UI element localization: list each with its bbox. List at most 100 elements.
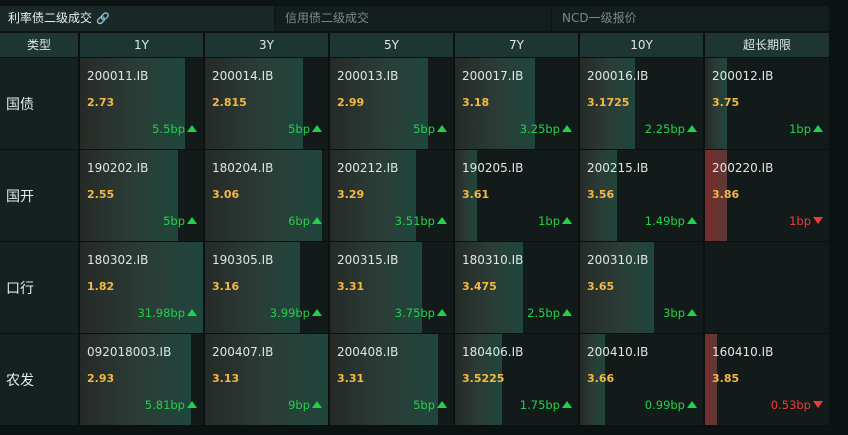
header-tenor: 5Y bbox=[330, 33, 454, 57]
quote-cell[interactable]: 180204.IB 3.06 6bp bbox=[205, 150, 329, 242]
quote-cell[interactable]: 200408.IB 3.31 5bp bbox=[330, 334, 454, 426]
yield-change: 1bp bbox=[789, 214, 823, 228]
quote-cell[interactable]: 200012.IB 3.75 1bp bbox=[705, 58, 830, 150]
header-tenor: 7Y bbox=[455, 33, 579, 57]
tab-label: 信用债二级成交 bbox=[285, 11, 370, 25]
row-label: 农发 bbox=[0, 334, 79, 426]
quote-cell bbox=[705, 242, 830, 334]
yield-change: 2.5bp bbox=[527, 306, 572, 320]
quote-cell[interactable]: 200407.IB 3.13 9bp bbox=[205, 334, 329, 426]
change-value: 3.51bp bbox=[394, 214, 435, 228]
arrow-up-icon bbox=[312, 217, 322, 224]
bond-quote-table: 类型 1Y 3Y 5Y 7Y 10Y 超长期限 国债 200011.IB 2.73 5.5bp 200… bbox=[0, 33, 830, 427]
quote-cell[interactable]: 200215.IB 3.56 1.49bp bbox=[580, 150, 704, 242]
change-value: 5bp bbox=[413, 122, 435, 136]
bond-yield: 3.475 bbox=[462, 280, 497, 293]
arrow-up-icon bbox=[562, 309, 572, 316]
bond-code: 200212.IB bbox=[337, 161, 399, 175]
bond-code: 200014.IB bbox=[212, 69, 274, 83]
tab-ncd-primary-quote[interactable]: NCD一级报价 bbox=[554, 6, 830, 31]
quote-cell[interactable]: 200014.IB 2.815 5bp bbox=[205, 58, 329, 150]
bond-yield: 3.06 bbox=[212, 188, 240, 201]
tab-label: NCD一级报价 bbox=[562, 11, 637, 25]
quote-cell[interactable]: 200315.IB 3.31 3.75bp bbox=[330, 242, 454, 334]
arrow-up-icon bbox=[562, 125, 572, 132]
quote-cell[interactable]: 190205.IB 3.61 1bp bbox=[455, 150, 579, 242]
bond-code: 200215.IB bbox=[587, 161, 649, 175]
yield-change: 0.99bp bbox=[645, 398, 697, 412]
tab-bar: 利率债二级成交 🔗 信用债二级成交 NCD一级报价 bbox=[0, 6, 830, 31]
bond-yield: 3.66 bbox=[587, 372, 615, 385]
arrow-up-icon bbox=[687, 125, 697, 132]
link-icon[interactable]: 🔗 bbox=[96, 12, 110, 25]
bond-code: 200407.IB bbox=[212, 345, 274, 359]
change-value: 6bp bbox=[288, 214, 310, 228]
arrow-up-icon bbox=[687, 309, 697, 316]
bond-code: 200011.IB bbox=[87, 69, 149, 83]
bond-code: 160410.IB bbox=[712, 345, 774, 359]
bond-yield: 3.86 bbox=[712, 188, 740, 201]
tab-rate-bond-secondary[interactable]: 利率债二级成交 🔗 bbox=[0, 6, 275, 31]
quote-cell[interactable]: 180302.IB 1.82 31.98bp bbox=[80, 242, 204, 334]
change-value: 3.75bp bbox=[394, 306, 435, 320]
change-value: 0.53bp bbox=[770, 398, 811, 412]
yield-change: 1.75bp bbox=[520, 398, 572, 412]
quote-cell[interactable]: 180406.IB 3.5225 1.75bp bbox=[455, 334, 579, 426]
bond-code: 200408.IB bbox=[337, 345, 399, 359]
arrow-up-icon bbox=[437, 401, 447, 408]
bond-code: 200012.IB bbox=[712, 69, 774, 83]
quote-cell[interactable]: 200212.IB 3.29 3.51bp bbox=[330, 150, 454, 242]
quote-cell[interactable]: 180310.IB 3.475 2.5bp bbox=[455, 242, 579, 334]
bond-code: 200310.IB bbox=[587, 253, 649, 267]
yield-change: 0.53bp bbox=[771, 398, 823, 412]
bond-yield: 3.31 bbox=[337, 280, 365, 293]
yield-change: 3.51bp bbox=[395, 214, 447, 228]
arrow-up-icon bbox=[187, 217, 197, 224]
change-value: 5bp bbox=[413, 398, 435, 412]
quote-cell[interactable]: 190305.IB 3.16 3.99bp bbox=[205, 242, 329, 334]
yield-change: 9bp bbox=[288, 398, 322, 412]
bond-yield: 3.1725 bbox=[587, 96, 630, 109]
arrow-up-icon bbox=[687, 217, 697, 224]
yield-change: 1bp bbox=[538, 214, 572, 228]
arrow-up-icon bbox=[813, 125, 823, 132]
change-value: 5bp bbox=[288, 122, 310, 136]
change-value: 1bp bbox=[789, 214, 811, 228]
quote-cell[interactable]: 200017.IB 3.18 3.25bp bbox=[455, 58, 579, 150]
change-value: 1bp bbox=[538, 214, 560, 228]
yield-change: 5.81bp bbox=[145, 398, 197, 412]
bond-yield: 3.16 bbox=[212, 280, 240, 293]
arrow-down-icon bbox=[813, 401, 823, 408]
change-value: 5.81bp bbox=[144, 398, 185, 412]
quote-cell[interactable]: 092018003.IB 2.93 5.81bp bbox=[80, 334, 204, 426]
arrow-up-icon bbox=[562, 217, 572, 224]
yield-change: 3.25bp bbox=[520, 122, 572, 136]
tab-credit-bond-secondary[interactable]: 信用债二级成交 bbox=[277, 6, 552, 31]
bond-code: 190205.IB bbox=[462, 161, 524, 175]
bond-yield: 2.93 bbox=[87, 372, 115, 385]
arrow-up-icon bbox=[562, 401, 572, 408]
arrow-up-icon bbox=[687, 401, 697, 408]
quote-cell[interactable]: 200011.IB 2.73 5.5bp bbox=[80, 58, 204, 150]
arrow-up-icon bbox=[187, 309, 197, 316]
arrow-up-icon bbox=[187, 401, 197, 408]
bond-code: 180406.IB bbox=[462, 345, 524, 359]
yield-change: 5.5bp bbox=[152, 122, 197, 136]
quote-cell[interactable]: 190202.IB 2.55 5bp bbox=[80, 150, 204, 242]
yield-change: 5bp bbox=[288, 122, 322, 136]
bond-yield: 2.55 bbox=[87, 188, 115, 201]
quote-cell[interactable]: 200220.IB 3.86 1bp bbox=[705, 150, 830, 242]
bond-yield: 3.29 bbox=[337, 188, 365, 201]
bond-code: 180302.IB bbox=[87, 253, 149, 267]
arrow-up-icon bbox=[437, 309, 447, 316]
quote-cell[interactable]: 200016.IB 3.1725 2.25bp bbox=[580, 58, 704, 150]
change-value: 3.25bp bbox=[519, 122, 560, 136]
header-tenor: 3Y bbox=[205, 33, 329, 57]
quote-cell[interactable]: 200310.IB 3.65 3bp bbox=[580, 242, 704, 334]
quote-cell[interactable]: 160410.IB 3.85 0.53bp bbox=[705, 334, 830, 426]
quote-cell[interactable]: 200410.IB 3.66 0.99bp bbox=[580, 334, 704, 426]
bond-yield: 3.61 bbox=[462, 188, 490, 201]
row-label: 国开 bbox=[0, 150, 79, 242]
quote-cell[interactable]: 200013.IB 2.99 5bp bbox=[330, 58, 454, 150]
bond-yield: 3.75 bbox=[712, 96, 740, 109]
